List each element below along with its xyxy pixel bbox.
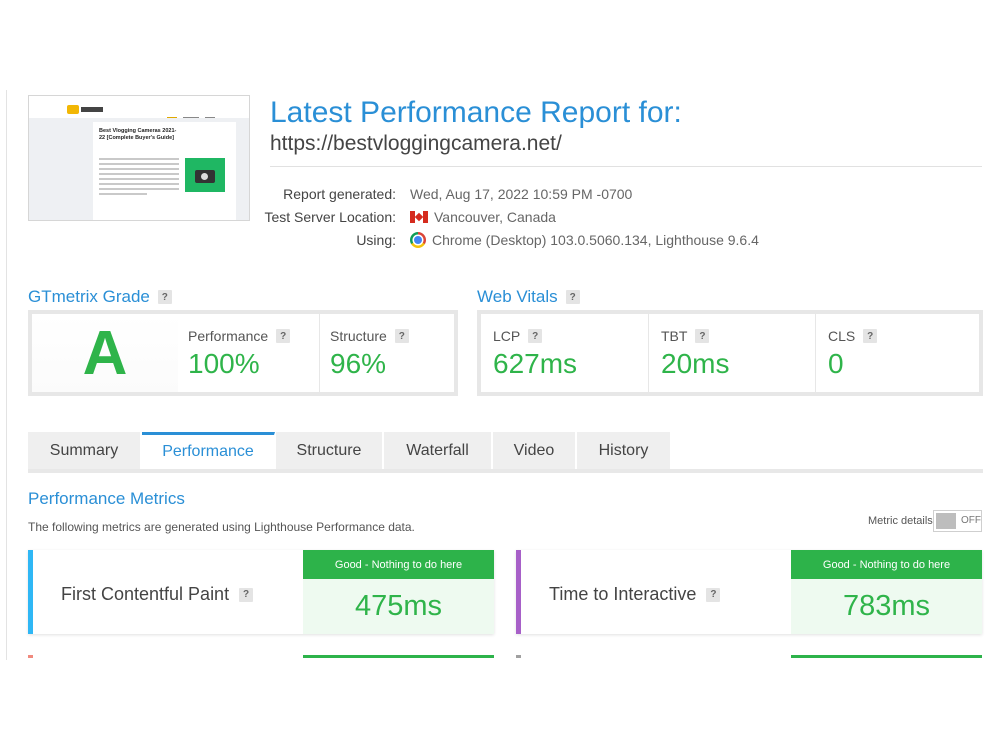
camera-icon [195,170,215,183]
metric-name: First Contentful Paint? [61,584,254,605]
help-icon[interactable]: ? [695,329,710,343]
cls-cell: CLS? 0 [815,314,979,392]
toggle-knob [936,513,956,529]
tbt-value: 20ms [661,348,730,379]
lcp-label-text: LCP [493,328,521,344]
help-icon[interactable]: ? [276,329,291,343]
grade-panel: A Performance? 100% Structure? 96% [28,310,458,396]
performance-metrics-description: The following metrics are generated usin… [28,520,415,534]
thumbnail-article: Best Vlogging Cameras 2021- 22 [Complete… [93,122,236,220]
meta-location-label: Test Server Location: [264,209,396,225]
toggle-state: OFF [961,515,981,526]
structure-score-value: 96% [330,348,387,379]
help-icon[interactable]: ? [863,329,878,343]
report-url[interactable]: https://bestvloggingcamera.net/ [270,132,562,156]
cls-value: 0 [828,348,844,379]
vitals-heading-text: Web Vitals [477,287,558,306]
performance-label-text: Performance [188,328,269,344]
tab-history[interactable]: History [577,432,671,469]
metric-status-badge: Good - Nothing to do here [791,550,982,579]
thumbnail-article-title: Best Vlogging Cameras 2021- 22 [Complete… [99,128,177,141]
metric-value: 783ms [791,579,982,634]
metric-accent-bar [516,550,521,634]
thumbnail-content: Best Vlogging Cameras 2021- 22 [Complete… [29,96,249,220]
next-card-badge [791,655,982,658]
chrome-icon [410,232,426,248]
help-icon[interactable]: ? [239,587,254,602]
camera-image [185,158,225,192]
tbt-label-text: TBT [661,328,688,344]
structure-score-cell: Structure? 96% [319,314,454,392]
report-tabs: Summary Performance Structure Waterfall … [28,432,983,473]
metric-name-text: Time to Interactive [549,584,697,604]
thumbnail-body: Best Vlogging Cameras 2021- 22 [Complete… [29,118,249,220]
metric-card-fcp[interactable]: First Contentful Paint? Good - Nothing t… [28,550,494,634]
cls-label-text: CLS [828,328,856,344]
lcp-label: LCP? [493,328,543,344]
meta-location-value: Vancouver, Canada [410,209,556,225]
structure-score-label: Structure? [330,328,409,344]
tab-waterfall[interactable]: Waterfall [384,432,492,469]
report-title: Latest Performance Report for: [270,96,682,129]
cls-label: CLS? [828,328,878,344]
help-icon[interactable]: ? [706,587,721,602]
location-text: Vancouver, Canada [434,209,556,225]
tab-video[interactable]: Video [493,432,576,469]
meta-generated-value: Wed, Aug 17, 2022 10:59 PM -0700 [410,186,632,202]
metric-name: Time to Interactive? [549,584,721,605]
meta-generated-label: Report generated: [283,186,396,202]
report-meta: Report generated: Wed, Aug 17, 2022 10:5… [240,186,980,255]
grade-letter: A [32,314,178,392]
help-icon[interactable]: ? [157,290,172,304]
metric-value: 475ms [303,579,494,634]
next-card-accent [516,655,521,658]
performance-score-label: Performance? [188,328,291,344]
structure-label-text: Structure [330,328,387,344]
vitals-heading: Web Vitals ? [477,287,580,307]
metric-details-label: Metric details [868,515,933,527]
tab-summary[interactable]: Summary [28,432,141,469]
meta-row-generated: Report generated: Wed, Aug 17, 2022 10:5… [240,186,980,209]
meta-using-value: Chrome (Desktop) 103.0.5060.134, Lightho… [410,232,759,248]
site-logo [67,105,103,114]
lcp-cell: LCP? 627ms [481,314,648,392]
vitals-panel: LCP? 627ms TBT? 20ms CLS? 0 [477,310,983,396]
help-icon[interactable]: ? [394,329,409,343]
header-divider [270,166,982,167]
generated-date: Wed, Aug 17, 2022 10:59 PM -0700 [410,186,633,202]
performance-metrics-title: Performance Metrics [28,489,185,508]
tab-structure[interactable]: Structure [276,432,383,469]
thumbnail-menu [167,107,237,120]
metric-card-tti[interactable]: Time to Interactive? Good - Nothing to d… [516,550,982,634]
metric-name-text: First Contentful Paint [61,584,230,604]
left-border [6,90,7,660]
meta-using-label: Using: [356,232,396,248]
page-screenshot-thumbnail[interactable]: Best Vlogging Cameras 2021- 22 [Complete… [28,95,250,221]
performance-score-cell: Performance? 100% [178,314,319,392]
help-icon[interactable]: ? [565,290,580,304]
performance-score-value: 100% [188,348,260,379]
meta-row-location: Test Server Location: Vancouver, Canada [240,209,980,232]
next-card-badge [303,655,494,658]
meta-row-using: Using: Chrome (Desktop) 103.0.5060.134, … [240,232,980,255]
thumbnail-text-lines [99,158,179,198]
help-icon[interactable]: ? [528,329,543,343]
browser-text: Chrome (Desktop) 103.0.5060.134, Lightho… [432,232,759,248]
grade-heading: GTmetrix Grade ? [28,287,172,307]
tab-performance[interactable]: Performance [142,432,275,469]
lcp-value: 627ms [493,348,578,379]
metric-details-toggle[interactable]: OFF [933,510,982,532]
canada-flag-icon [410,211,428,223]
metric-accent-bar [28,550,33,634]
tbt-cell: TBT? 20ms [648,314,815,392]
thumbnail-nav [29,96,249,120]
grade-heading-text: GTmetrix Grade [28,287,150,306]
tbt-label: TBT? [661,328,710,344]
metric-status-badge: Good - Nothing to do here [303,550,494,579]
next-card-accent [28,655,33,658]
